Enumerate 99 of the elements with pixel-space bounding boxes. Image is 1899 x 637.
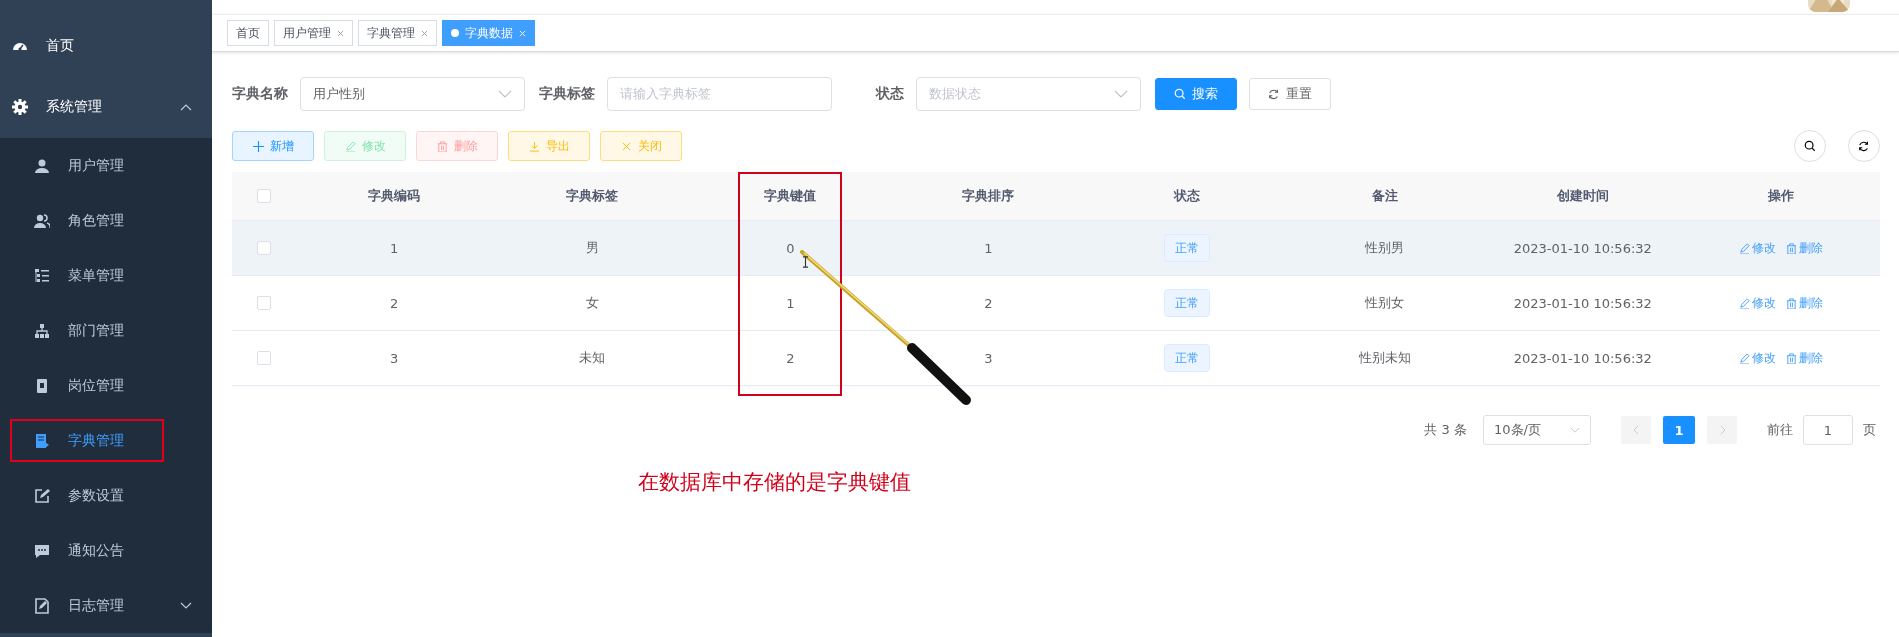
trash-icon	[1785, 242, 1797, 254]
goto-label: 前往	[1767, 421, 1793, 439]
menu-item[interactable]: 岗位管理	[0, 358, 212, 413]
column-header: 状态	[1172, 186, 1201, 205]
text-cursor-icon	[802, 256, 809, 268]
users-icon	[34, 212, 50, 229]
download-icon	[528, 140, 540, 152]
total-count: 共 3 条	[1424, 421, 1467, 439]
table-cell: 2	[786, 350, 795, 366]
menu-item[interactable]: 通知公告	[0, 523, 212, 578]
tab[interactable]: 用户管理	[274, 20, 353, 46]
trash-icon	[1785, 352, 1797, 364]
pencil-icon	[1738, 242, 1750, 254]
column-header: 字典编码	[367, 186, 422, 205]
table-cell: 2023-01-10 10:56:32	[1513, 295, 1652, 311]
id-card-icon	[34, 377, 50, 394]
menu-item[interactable]: 用户管理	[0, 138, 212, 193]
trash-icon	[436, 140, 448, 152]
search-icon	[1174, 88, 1186, 100]
table-cell: 0	[786, 240, 795, 256]
checkbox[interactable]	[256, 189, 271, 203]
table-cell: 2023-01-10 10:56:32	[1513, 240, 1652, 256]
plus-icon	[252, 140, 264, 152]
table-row[interactable]: 3 未知 2 3 正常 性别未知 2023-01-10 10:56:32 修改 删除	[232, 331, 1880, 386]
field-label: 字典标签	[539, 85, 595, 103]
search-button[interactable]	[1794, 130, 1826, 162]
tree-list-icon	[34, 267, 50, 284]
previous-page-button[interactable]	[1621, 416, 1651, 444]
field-label: 字典名称	[232, 85, 288, 103]
menu-item[interactable]: 字典管理	[0, 413, 212, 468]
column-header: 创建时间	[1555, 186, 1610, 205]
page-suffix: 页	[1863, 421, 1876, 439]
table-cell: 性别女	[1365, 294, 1405, 312]
menu-item[interactable]: 日志管理	[0, 578, 212, 633]
table-cell: 2	[389, 295, 399, 311]
annotation-text: 在数据库中存储的是字典键值	[638, 469, 911, 496]
tab[interactable]: 字典管理	[358, 20, 437, 46]
table-cell: 1	[984, 240, 993, 256]
table-cell: 性别未知	[1358, 349, 1411, 367]
checkbox[interactable]	[256, 351, 271, 365]
edit-icon	[34, 597, 50, 614]
table-cell: 1	[389, 240, 399, 256]
book-icon	[34, 432, 50, 449]
table-row[interactable]: 2 女 1 2 正常 性别女 2023-01-10 10:56:32 修改 删除	[232, 276, 1880, 331]
checkbox[interactable]	[256, 241, 271, 255]
trash-icon	[1785, 297, 1797, 309]
pencil-icon	[1738, 352, 1750, 364]
table-cell: 3	[389, 350, 399, 366]
table-cell: 女	[585, 294, 599, 312]
table-cell: 1	[786, 295, 795, 311]
refresh-icon	[1268, 88, 1280, 100]
chevron-icon	[1718, 425, 1726, 435]
table-cell: 未知	[579, 349, 606, 367]
page-button[interactable]: 1	[1663, 416, 1695, 444]
column-header: 字典排序	[961, 186, 1016, 205]
user-icon	[34, 157, 50, 174]
refresh-button[interactable]	[1848, 130, 1880, 162]
table-cell: 男	[585, 239, 599, 257]
search-icon	[1804, 140, 1816, 152]
search-button[interactable]: 搜索	[1155, 78, 1237, 110]
table-row[interactable]: 1 男 0 1 正常 性别男 2023-01-10 10:56:32 修改 删除	[232, 221, 1880, 276]
pencil-icon	[344, 140, 356, 152]
next-page-button[interactable]	[1707, 416, 1737, 444]
hierarchy-icon	[34, 322, 50, 339]
chevron-icon	[1632, 425, 1640, 435]
chevron-icon	[498, 90, 512, 98]
refresh-icon	[1858, 140, 1870, 152]
column-header: 字典标签	[565, 186, 620, 205]
tab[interactable]: 首页	[227, 20, 269, 46]
column-header: 字典键值	[763, 186, 818, 205]
menu-item[interactable]: 菜单管理	[0, 248, 212, 303]
menu-item[interactable]: 参数设置	[0, 468, 212, 523]
close-icon	[620, 140, 632, 152]
table-cell: 性别男	[1365, 239, 1405, 257]
field-label: 状态	[876, 85, 904, 103]
settings-icon	[12, 99, 28, 115]
pencil-icon	[1738, 297, 1750, 309]
status-tag: 正常	[1163, 234, 1210, 262]
edit-icon	[34, 487, 50, 504]
menu-item[interactable]: 系统管理	[0, 76, 212, 138]
chevron-icon	[1570, 427, 1580, 433]
table-cell: 2023-01-10 10:56:32	[1513, 350, 1652, 366]
table-cell: 3	[984, 350, 993, 366]
dot-icon	[451, 29, 459, 37]
status-tag: 正常	[1163, 289, 1210, 317]
page-size-select[interactable]: 10条/页	[1483, 415, 1591, 445]
chevron-icon	[1114, 90, 1128, 98]
menu-item[interactable]: 首页	[0, 16, 212, 76]
reset-button[interactable]: 重置	[1249, 78, 1331, 110]
status-tag: 正常	[1163, 344, 1210, 372]
table-cell: 2	[984, 295, 993, 311]
page-input[interactable]: 1	[1803, 415, 1853, 445]
menu-item[interactable]: 部门管理	[0, 303, 212, 358]
column-header: 备注	[1370, 186, 1399, 205]
chat-icon	[34, 542, 50, 559]
select-field[interactable]: 用户性别	[300, 77, 525, 111]
menu-item[interactable]: 角色管理	[0, 193, 212, 248]
checkbox[interactable]	[256, 296, 271, 310]
column-header: 操作	[1766, 186, 1795, 205]
